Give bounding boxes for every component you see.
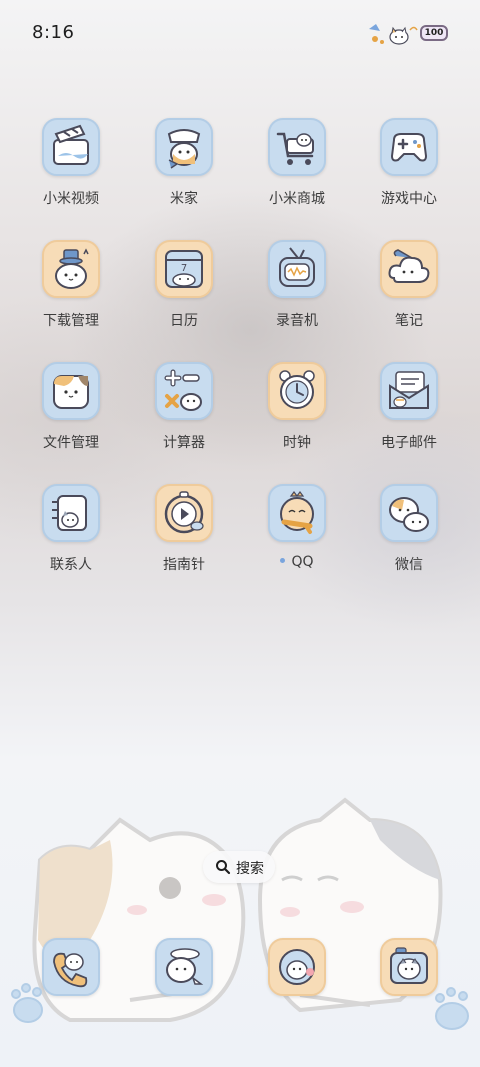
camera-icon — [390, 947, 428, 984]
search-label: 搜索 — [236, 861, 264, 877]
app-calculator[interactable]: 计算器 — [129, 362, 239, 472]
folder-cat-icon — [42, 362, 100, 420]
app-label: 电子邮件 — [381, 435, 437, 451]
new-app-dot — [280, 557, 286, 563]
app-label: QQ — [242, 554, 352, 570]
shopping-cart-icon — [268, 118, 326, 176]
app-label: 米家 — [170, 191, 198, 207]
dock-phone[interactable] — [42, 938, 100, 996]
cat-sticker-icon — [369, 24, 418, 45]
battery-level: 100 — [424, 28, 444, 38]
app-mi-video[interactable]: 小米视频 — [16, 118, 126, 228]
app-label: 计算器 — [163, 435, 205, 451]
gamepad-icon — [380, 118, 438, 176]
phone-icon — [53, 952, 88, 988]
app-label: 笔记 — [395, 313, 423, 329]
app-label: 时钟 — [283, 435, 311, 451]
app-mi-home[interactable]: 米家 — [129, 118, 239, 228]
search-icon — [216, 860, 231, 875]
calendar-date: 7 — [181, 263, 187, 274]
app-compass[interactable]: 指南针 — [129, 484, 239, 594]
app-label: 指南针 — [163, 557, 205, 573]
browser-icon — [279, 949, 315, 985]
app-email[interactable]: 电子邮件 — [354, 362, 464, 472]
qq-cat-icon — [268, 484, 326, 542]
app-recorder[interactable]: 录音机 — [242, 240, 352, 350]
compass-icon — [155, 484, 213, 542]
app-qq[interactable]: QQ — [242, 484, 352, 594]
calculator-icon — [155, 362, 213, 420]
app-downloads[interactable]: 下载管理 — [16, 240, 126, 350]
messages-icon — [166, 948, 204, 985]
app-label: 联系人 — [50, 557, 92, 573]
app-label: 日历 — [170, 313, 198, 329]
alarm-clock-icon — [268, 362, 326, 420]
app-label: 下载管理 — [43, 313, 99, 329]
contact-card-icon — [42, 484, 100, 542]
app-mi-store[interactable]: 小米商城 — [242, 118, 352, 228]
app-label: 文件管理 — [43, 435, 99, 451]
dock-messages[interactable] — [155, 938, 213, 996]
app-game-center[interactable]: 游戏中心 — [354, 118, 464, 228]
app-label-text: QQ — [291, 554, 314, 570]
app-clock[interactable]: 时钟 — [242, 362, 352, 472]
recorder-icon — [268, 240, 326, 298]
mail-icon — [380, 362, 438, 420]
app-label: 录音机 — [276, 313, 318, 329]
app-file-manager[interactable]: 文件管理 — [16, 362, 126, 472]
status-time: 8:16 — [32, 22, 75, 43]
app-label: 游戏中心 — [381, 191, 437, 207]
wechat-cats-icon — [380, 484, 438, 542]
app-label: 微信 — [395, 557, 423, 573]
dock-browser[interactable] — [268, 938, 326, 996]
app-contacts[interactable]: 联系人 — [16, 484, 126, 594]
video-folder-icon — [42, 118, 100, 176]
app-wechat[interactable]: 微信 — [354, 484, 464, 594]
battery-indicator: 100 — [420, 25, 448, 41]
search-button[interactable]: 搜索 — [203, 851, 275, 883]
wallpaper-cats-illustration — [11, 797, 469, 1030]
app-notes[interactable]: 笔记 — [354, 240, 464, 350]
app-calendar[interactable]: 7 日历 — [129, 240, 239, 350]
cloud-note-icon — [380, 240, 438, 298]
hat-cat-icon — [42, 240, 100, 298]
app-label: 小米商城 — [269, 191, 325, 207]
calendar-icon: 7 — [155, 240, 213, 298]
status-bar: 8:16 100 — [0, 0, 480, 66]
home-cat-icon — [155, 118, 213, 176]
app-label: 小米视频 — [43, 191, 99, 207]
dock-camera[interactable] — [380, 938, 438, 996]
